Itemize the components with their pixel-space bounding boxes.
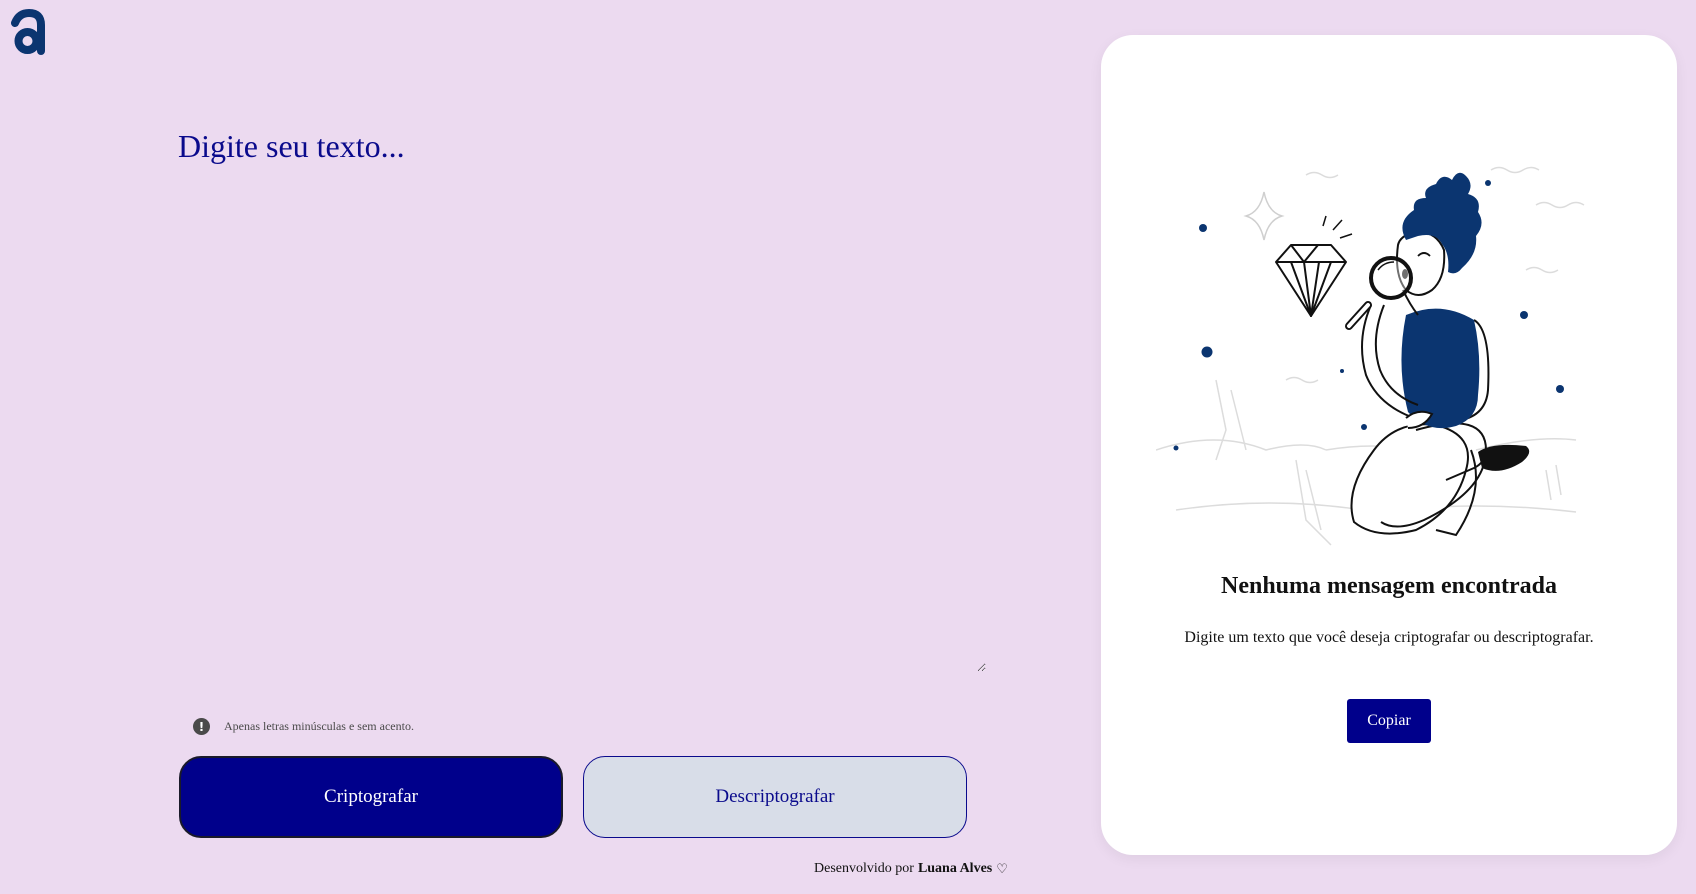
footer-prefix: Desenvolvido por	[814, 861, 914, 876]
input-hint: ! Apenas letras minúsculas e sem acento.	[193, 718, 414, 735]
heart-icon: ♡	[996, 861, 1008, 877]
copy-button[interactable]: Copiar	[1347, 699, 1431, 743]
output-panel: Nenhuma mensagem encontrada Digite um te…	[1101, 35, 1677, 855]
footer: Desenvolvido por Luana Alves ♡	[814, 861, 1008, 877]
footer-author: Luana Alves	[917, 861, 993, 876]
exclamation-circle-icon: !	[193, 718, 210, 735]
alura-logo-icon	[11, 8, 45, 55]
text-input[interactable]	[178, 128, 986, 672]
empty-state-title: Nenhuma mensagem encontrada	[1221, 573, 1557, 599]
person-magnifying-glass-illustration	[1156, 166, 1585, 546]
page: ! Apenas letras minúsculas e sem acento.…	[0, 0, 1696, 894]
decrypt-button[interactable]: Descriptografar	[583, 756, 967, 838]
empty-state-text: Digite um texto que você deseja criptogr…	[1184, 629, 1594, 646]
hint-text: Apenas letras minúsculas e sem acento.	[224, 719, 414, 733]
encrypt-button[interactable]: Criptografar	[179, 756, 563, 838]
